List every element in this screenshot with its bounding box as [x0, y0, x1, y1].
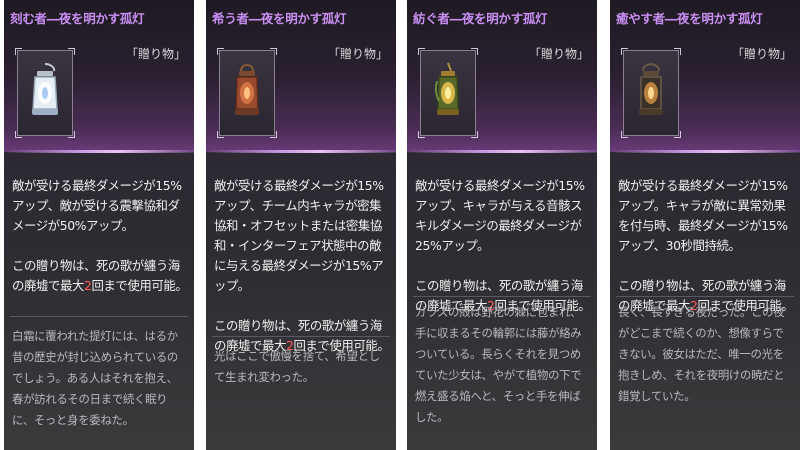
item-frame — [418, 48, 478, 138]
item-frame — [621, 48, 681, 138]
item-frame — [15, 48, 75, 138]
card-header: 紡ぐ者―夜を明かす孤灯 「贈り物」 — [407, 0, 597, 153]
card-body: 敵が受ける最終ダメージが15%アップ、チーム内キャラが密集協和・オフセットまたは… — [214, 176, 390, 356]
card-title: 紡ぐ者―夜を明かす孤灯 — [413, 11, 548, 26]
card-category: 「贈り物」 — [327, 47, 388, 61]
card-category: 「贈り物」 — [731, 47, 792, 61]
header-glow — [407, 150, 597, 153]
effect-text: 敵が受ける最終ダメージが15%アップ、キャラが与える音骸スキルダメージの最終ダメ… — [415, 178, 585, 253]
card-title: 癒やす者―夜を明かす孤灯 — [616, 11, 763, 26]
item-frame — [217, 48, 277, 138]
card-body: 敵が受ける最終ダメージが15%アップ、キャラが与える音骸スキルダメージの最終ダメ… — [415, 176, 591, 316]
gift-card[interactable]: 癒やす者―夜を明かす孤灯 「贈り物」 敵が受ける最終ダメージが15%アップ。キャ… — [610, 0, 800, 450]
flavor-text: 光はここで傲慢を捨て、希望として生まれ変わった。 — [214, 349, 380, 384]
card-category: 「贈り物」 — [528, 47, 589, 61]
card-title: 希う者―夜を明かす孤灯 — [212, 11, 347, 26]
header-glow — [4, 150, 194, 153]
divider — [212, 336, 390, 337]
usage-text: この贈り物は、死の歌が纏う海の廃墟で最大2回まで使用可能。 — [12, 258, 188, 293]
divider — [616, 296, 794, 297]
divider — [10, 316, 188, 317]
card-category: 「贈り物」 — [125, 47, 186, 61]
divider — [413, 296, 591, 297]
effect-text: 敵が受ける最終ダメージが15%アップ。キャラが敵に異常効果を付与時、最終ダメージ… — [618, 178, 788, 253]
gift-card[interactable]: 希う者―夜を明かす孤灯 「贈り物」 敵が受ける最終ダメージが15%アップ、チーム… — [206, 0, 396, 450]
gift-card[interactable]: 紡ぐ者―夜を明かす孤灯 「贈り物」 敵が受ける最終ダメージが15%アップ、キャラ… — [407, 0, 597, 450]
card-header: 癒やす者―夜を明かす孤灯 「贈り物」 — [610, 0, 800, 153]
header-glow — [610, 150, 800, 153]
card-header: 刻む者―夜を明かす孤灯 「贈り物」 — [4, 0, 194, 153]
flavor-text: ガラスの殻は野花の棘に包まれ、手に収まるその輪郭には藤が絡みついている。長らくそ… — [415, 305, 582, 424]
card-header: 希う者―夜を明かす孤灯 「贈り物」 — [206, 0, 396, 153]
card-body: 敵が受ける最終ダメージが15%アップ。キャラが敵に異常効果を付与時、最終ダメージ… — [618, 176, 794, 316]
effect-text: 敵が受ける最終ダメージが15%アップ、チーム内キャラが密集協和・オフセットまたは… — [214, 178, 384, 293]
gift-card[interactable]: 刻む者―夜を明かす孤灯 「贈り物」 敵が受ける最終ダメージが15%アップ、敵が受… — [4, 0, 194, 450]
red-copper-lantern-icon — [235, 64, 259, 115]
white-blue-lantern-icon — [32, 63, 58, 115]
flavor-text: 長く、長すぎる夜だった。この夜がどこまで続くのか、想像すらできない。彼女はただ、… — [618, 305, 785, 403]
card-body: 敵が受ける最終ダメージが15%アップ、敵が受ける震撃協和ダメージが50%アップ。… — [12, 176, 188, 296]
flavor-text: 白霜に覆われた提灯には、はるか昔の歴史が封じ込められているのでしょう。ある人はそ… — [12, 329, 179, 427]
card-title: 刻む者―夜を明かす孤灯 — [10, 11, 145, 26]
dark-bronze-lantern-icon — [639, 63, 663, 115]
gift-card-list: 刻む者―夜を明かす孤灯 「贈り物」 敵が受ける最終ダメージが15%アップ、敵が受… — [0, 0, 800, 450]
effect-text: 敵が受ける最終ダメージが15%アップ、敵が受ける震撃協和ダメージが50%アップ。 — [12, 178, 182, 233]
gold-green-lantern-icon — [434, 62, 459, 115]
header-glow — [206, 150, 396, 153]
